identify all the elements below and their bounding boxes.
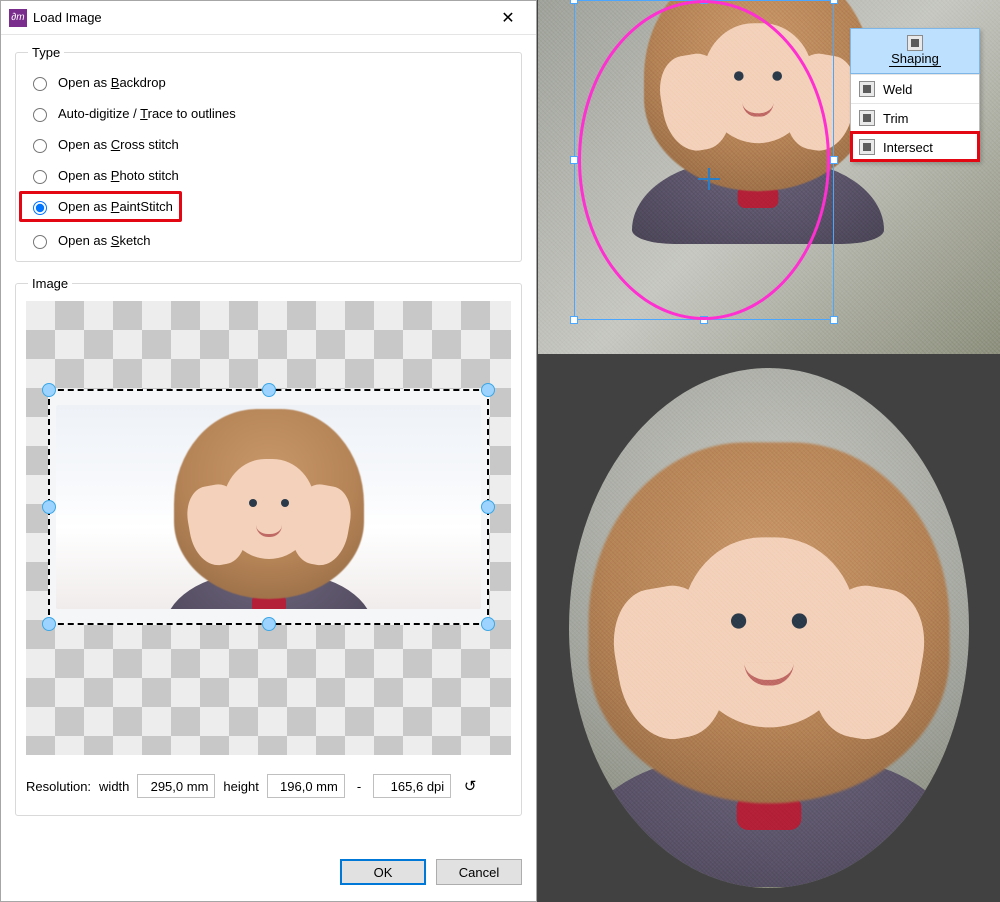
shaping-icon: [907, 35, 923, 51]
selection-box[interactable]: [48, 389, 489, 625]
shaping-menu-item-label: Intersect: [883, 140, 933, 155]
stitched-result: [569, 431, 969, 887]
design-canvas-bottom[interactable]: [538, 354, 1000, 902]
dpi-input[interactable]: [373, 774, 451, 798]
shape-op-icon: [859, 110, 875, 126]
resize-handle-bm[interactable]: [262, 617, 276, 631]
dialog-title: Load Image: [33, 10, 488, 25]
cancel-button[interactable]: Cancel: [436, 859, 522, 885]
type-radio[interactable]: [33, 201, 47, 215]
shaping-menu-item[interactable]: Trim: [851, 103, 979, 132]
shaping-menu: Shaping Weld Trim Intersect: [850, 28, 980, 162]
dash: -: [353, 779, 365, 794]
type-option-label: Open as Cross stitch: [58, 137, 179, 152]
load-image-dialog: ∂m Load Image ✕ Type Open as Backdrop Aut…: [0, 0, 537, 902]
type-radio[interactable]: [33, 235, 47, 249]
sel-handle[interactable]: [830, 0, 838, 4]
dialog-body: Type Open as Backdrop Auto-digitize / Tra…: [1, 35, 536, 851]
width-label: width: [99, 779, 129, 794]
resize-handle-mr[interactable]: [481, 500, 495, 514]
type-radio-list: Open as Backdrop Auto-digitize / Trace to…: [28, 74, 509, 249]
width-input[interactable]: [137, 774, 215, 798]
resolution-row: Resolution: width height - ↺: [26, 767, 511, 805]
height-label: height: [223, 779, 258, 794]
loaded-photo: [56, 405, 481, 609]
reset-icon[interactable]: ↺: [459, 775, 481, 797]
intersect-result: [569, 368, 969, 888]
resize-handle-ml[interactable]: [42, 500, 56, 514]
resize-handle-tr[interactable]: [481, 383, 495, 397]
shaping-menu-item[interactable]: Weld: [851, 74, 979, 103]
type-radio[interactable]: [33, 139, 47, 153]
shaping-menu-header[interactable]: Shaping: [850, 28, 980, 74]
type-radio[interactable]: [33, 77, 47, 91]
sel-handle[interactable]: [570, 0, 578, 4]
type-option-label: Open as PaintStitch: [58, 199, 173, 214]
image-legend: Image: [28, 276, 72, 291]
type-option[interactable]: Open as Sketch: [28, 232, 509, 249]
resize-handle-br[interactable]: [481, 617, 495, 631]
type-option-label: Open as Sketch: [58, 233, 151, 248]
image-group: Image: [15, 276, 522, 816]
sel-handle[interactable]: [830, 316, 838, 324]
resize-handle-tl[interactable]: [42, 383, 56, 397]
shaping-menu-item-label: Weld: [883, 82, 912, 97]
shaping-menu-item-label: Trim: [883, 111, 909, 126]
sel-handle[interactable]: [570, 316, 578, 324]
type-option-label: Open as Backdrop: [58, 75, 166, 90]
app-icon: ∂m: [9, 9, 27, 27]
type-option-label: Auto-digitize / Trace to outlines: [58, 106, 236, 121]
titlebar: ∂m Load Image ✕: [1, 1, 536, 35]
type-option[interactable]: Open as Photo stitch: [28, 167, 509, 184]
shaping-menu-title: Shaping: [889, 51, 941, 67]
sel-handle[interactable]: [570, 156, 578, 164]
resize-handle-tm[interactable]: [262, 383, 276, 397]
resolution-label: Resolution:: [26, 779, 91, 794]
type-option[interactable]: Auto-digitize / Trace to outlines: [28, 105, 509, 122]
ok-button[interactable]: OK: [340, 859, 426, 885]
height-input[interactable]: [267, 774, 345, 798]
shape-op-icon: [859, 81, 875, 97]
type-option[interactable]: Open as PaintStitch: [28, 198, 173, 215]
photo-subject: [119, 405, 419, 609]
type-option-label: Open as Photo stitch: [58, 168, 179, 183]
resize-handle-bl[interactable]: [42, 617, 56, 631]
type-radio[interactable]: [33, 170, 47, 184]
type-group: Type Open as Backdrop Auto-digitize / Tra…: [15, 45, 522, 262]
highlight-box: Open as PaintStitch: [19, 191, 182, 222]
dialog-buttons: OK Cancel: [1, 851, 536, 901]
sel-handle[interactable]: [830, 156, 838, 164]
shape-op-icon: [859, 139, 875, 155]
type-radio[interactable]: [33, 108, 47, 122]
type-legend: Type: [28, 45, 64, 60]
type-option[interactable]: Open as Cross stitch: [28, 136, 509, 153]
image-canvas[interactable]: [26, 301, 511, 755]
crop-ellipse[interactable]: [578, 0, 830, 320]
close-button[interactable]: ✕: [488, 3, 528, 33]
design-canvas-top[interactable]: Shaping Weld Trim Intersect: [538, 0, 1000, 354]
shaping-menu-item[interactable]: Intersect: [851, 132, 979, 161]
type-option[interactable]: Open as Backdrop: [28, 74, 509, 91]
